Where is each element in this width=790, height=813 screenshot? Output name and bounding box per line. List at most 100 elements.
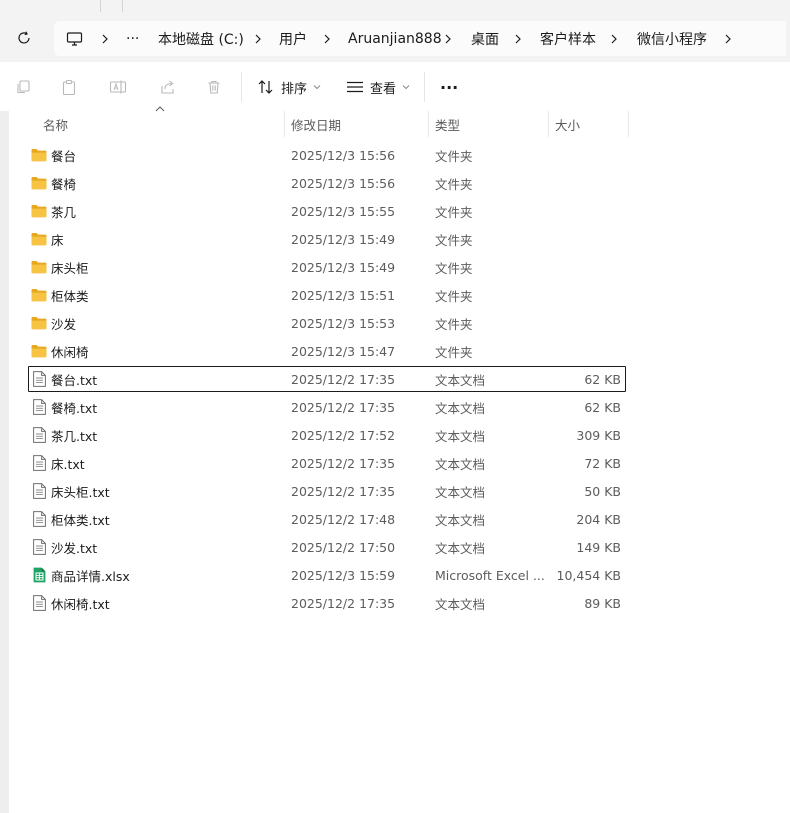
copy-icon (17, 80, 30, 94)
chevron-right-icon[interactable] (721, 21, 735, 56)
file-modified-date: 2025/12/3 15:49 (291, 231, 396, 247)
file-row[interactable]: 餐椅 2025/12/3 15:56 文件夹 (27, 169, 627, 197)
column-divider[interactable] (428, 111, 429, 137)
file-row[interactable]: 商品详情.xlsx 2025/12/3 15:59 Microsoft Exce… (27, 561, 627, 589)
file-modified-date: 2025/12/2 17:48 (291, 511, 396, 527)
column-modified[interactable]: 修改日期 (291, 111, 341, 137)
file-type: 文件夹 (435, 176, 473, 192)
file-row[interactable]: 柜体类 2025/12/3 15:51 文件夹 (27, 281, 627, 309)
file-row[interactable]: 休闲椅 2025/12/3 15:47 文件夹 (27, 337, 627, 365)
breadcrumb-overflow[interactable]: ··· (126, 21, 139, 56)
view-button[interactable]: 查看 (346, 74, 410, 100)
file-name: 茶几 (51, 204, 77, 220)
column-divider[interactable] (548, 111, 549, 137)
file-modified-date: 2025/12/2 17:35 (291, 371, 396, 387)
pc-icon[interactable] (66, 21, 83, 56)
text-file-icon (31, 449, 47, 477)
file-type: 文本文档 (435, 428, 486, 444)
file-type: 文件夹 (435, 344, 473, 360)
file-row[interactable]: 餐台 2025/12/3 15:56 文件夹 (27, 141, 627, 169)
file-modified-date: 2025/12/3 15:49 (291, 259, 396, 275)
file-row[interactable]: 柜体类.txt 2025/12/2 17:48 文本文档 204 KB (27, 505, 627, 533)
text-file-icon (31, 533, 47, 561)
chevron-right-icon[interactable] (320, 21, 334, 56)
file-modified-date: 2025/12/3 15:56 (291, 175, 396, 191)
file-modified-date: 2025/12/2 17:52 (291, 427, 396, 443)
sort-icon (258, 80, 273, 94)
column-divider[interactable] (628, 111, 629, 137)
folder-icon (31, 309, 47, 337)
text-file-icon (31, 365, 47, 393)
file-name: 餐椅.txt (51, 400, 98, 416)
chevron-right-icon[interactable] (511, 21, 525, 56)
breadcrumb-item[interactable]: 用户 (279, 21, 307, 56)
sort-ascending-icon (155, 106, 165, 112)
refresh-button[interactable] (12, 26, 36, 50)
file-name: 休闲椅 (51, 344, 89, 360)
file-row[interactable]: 餐台.txt 2025/12/2 17:35 文本文档 62 KB (27, 365, 627, 393)
chevron-right-icon[interactable] (441, 21, 455, 56)
chevron-right-icon[interactable] (98, 21, 112, 56)
more-options-button[interactable]: ··· (440, 74, 458, 100)
file-type: 文本文档 (435, 456, 486, 472)
copy-button[interactable] (13, 77, 33, 97)
tab-divider (122, 0, 123, 12)
file-type: 文件夹 (435, 148, 473, 164)
breadcrumb-item[interactable]: 本地磁盘 (C:) (158, 21, 244, 56)
chevron-down-icon (313, 85, 321, 90)
column-divider[interactable] (284, 111, 285, 137)
file-name: 床 (51, 232, 64, 248)
file-modified-date: 2025/12/2 17:35 (291, 595, 396, 611)
file-type: Microsoft Excel ... (435, 567, 545, 583)
text-file-icon (31, 477, 47, 505)
file-row[interactable]: 餐椅.txt 2025/12/2 17:35 文本文档 62 KB (27, 393, 627, 421)
file-row[interactable]: 床.txt 2025/12/2 17:35 文本文档 72 KB (27, 449, 627, 477)
file-name: 沙发.txt (51, 540, 98, 556)
file-row[interactable]: 茶几 2025/12/3 15:55 文件夹 (27, 197, 627, 225)
file-name: 商品详情.xlsx (51, 568, 130, 584)
breadcrumb-item-current[interactable]: 微信小程序 (637, 21, 707, 56)
breadcrumb-item[interactable]: Aruanjian888 (348, 21, 442, 56)
file-modified-date: 2025/12/3 15:51 (291, 287, 396, 303)
breadcrumb-item[interactable]: 客户样本 (540, 21, 596, 56)
address-bar[interactable]: ··· 本地磁盘 (C:) 用户 Aruanjian888 桌面 客户样本 微信… (54, 21, 786, 56)
file-size: 204 KB (576, 511, 621, 527)
file-type: 文件夹 (435, 204, 473, 220)
file-name: 床.txt (51, 456, 85, 472)
chevron-right-icon[interactable] (607, 21, 621, 56)
paste-button[interactable] (59, 77, 79, 97)
delete-button[interactable] (204, 77, 224, 97)
file-size: 10,454 KB (556, 567, 621, 583)
file-row[interactable]: 休闲椅.txt 2025/12/2 17:35 文本文档 89 KB (27, 589, 627, 617)
file-row[interactable]: 床 2025/12/3 15:49 文件夹 (27, 225, 627, 253)
file-row[interactable]: 沙发.txt 2025/12/2 17:50 文本文档 149 KB (27, 533, 627, 561)
breadcrumb-item[interactable]: 桌面 (471, 21, 499, 56)
file-modified-date: 2025/12/3 15:47 (291, 343, 396, 359)
file-modified-date: 2025/12/3 15:56 (291, 147, 396, 163)
file-row[interactable]: 床头柜 2025/12/3 15:49 文件夹 (27, 253, 627, 281)
file-name: 餐台 (51, 148, 77, 164)
file-row[interactable]: 茶几.txt 2025/12/2 17:52 文本文档 309 KB (27, 421, 627, 449)
title-address-area: ··· 本地磁盘 (C:) 用户 Aruanjian888 桌面 客户样本 微信… (0, 0, 790, 62)
file-type: 文件夹 (435, 260, 473, 276)
file-row[interactable]: 沙发 2025/12/3 15:53 文件夹 (27, 309, 627, 337)
column-type[interactable]: 类型 (435, 111, 460, 137)
file-modified-date: 2025/12/3 15:59 (291, 567, 396, 583)
file-name: 柜体类.txt (51, 512, 110, 528)
file-modified-date: 2025/12/2 17:35 (291, 455, 396, 471)
file-type: 文本文档 (435, 596, 486, 612)
share-button[interactable] (157, 77, 177, 97)
sort-button[interactable]: 排序 (257, 74, 321, 100)
file-row[interactable]: 床头柜.txt 2025/12/2 17:35 文本文档 50 KB (27, 477, 627, 505)
column-size[interactable]: 大小 (555, 111, 580, 137)
file-modified-date: 2025/12/2 17:35 (291, 483, 396, 499)
folder-icon (31, 141, 47, 169)
file-size: 50 KB (584, 483, 621, 499)
share-icon (160, 80, 174, 94)
chevron-right-icon[interactable] (251, 21, 265, 56)
file-type: 文本文档 (435, 400, 486, 416)
column-name[interactable]: 名称 (43, 111, 68, 137)
rename-button[interactable] (108, 77, 128, 97)
file-modified-date: 2025/12/3 15:53 (291, 315, 396, 331)
file-type: 文件夹 (435, 316, 473, 332)
